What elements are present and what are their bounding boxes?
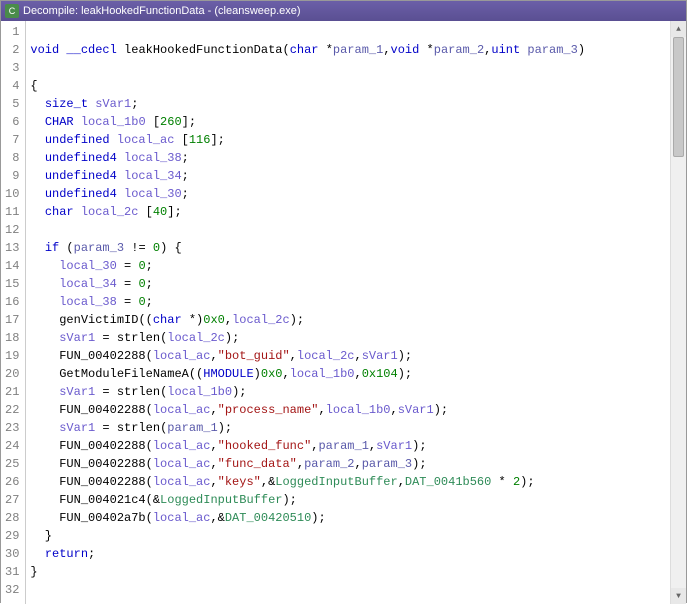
line-number: 17 [5,311,19,329]
code-line[interactable]: FUN_00402288(local_ac,"bot_guid",local_2… [30,347,666,365]
line-number: 14 [5,257,19,275]
line-number: 7 [5,131,19,149]
line-number: 12 [5,221,19,239]
line-number: 10 [5,185,19,203]
code-line[interactable]: FUN_00402288(local_ac,"hooked_func",para… [30,437,666,455]
line-number: 9 [5,167,19,185]
line-number: 4 [5,77,19,95]
code-line[interactable]: undefined4 local_30; [30,185,666,203]
line-number: 3 [5,59,19,77]
line-number: 1 [5,23,19,41]
code-line[interactable]: local_34 = 0; [30,275,666,293]
code-line[interactable]: local_30 = 0; [30,257,666,275]
code-line[interactable]: FUN_00402a7b(local_ac,&DAT_00420510); [30,509,666,527]
line-number: 25 [5,455,19,473]
code-line[interactable]: sVar1 = strlen(param_1); [30,419,666,437]
line-number: 20 [5,365,19,383]
code-line[interactable] [30,221,666,239]
line-number: 18 [5,329,19,347]
code-line[interactable]: } [30,527,666,545]
line-number: 11 [5,203,19,221]
scroll-down-arrow[interactable]: ▼ [671,588,686,604]
window-title: Decompile: leakHookedFunctionData - (cle… [23,5,682,17]
code-line[interactable]: local_38 = 0; [30,293,666,311]
code-line[interactable]: } [30,563,666,581]
code-line[interactable]: undefined local_ac [116]; [30,131,666,149]
line-number: 27 [5,491,19,509]
code-line[interactable]: FUN_00402288(local_ac,"process_name",loc… [30,401,666,419]
line-number: 30 [5,545,19,563]
code-line[interactable] [30,23,666,41]
code-line[interactable]: FUN_00402288(local_ac,"func_data",param_… [30,455,666,473]
line-number: 6 [5,113,19,131]
vertical-scrollbar[interactable]: ▲ ▼ [670,21,686,604]
line-number-gutter: 1234567891011121314151617181920212223242… [1,21,26,604]
line-number: 19 [5,347,19,365]
line-number: 23 [5,419,19,437]
line-number: 15 [5,275,19,293]
line-number: 13 [5,239,19,257]
titlebar: C Decompile: leakHookedFunctionData - (c… [1,1,686,21]
scroll-up-arrow[interactable]: ▲ [671,21,686,37]
code-line[interactable]: genVictimID((char *)0x0,local_2c); [30,311,666,329]
line-number: 16 [5,293,19,311]
line-number: 24 [5,437,19,455]
code-line[interactable]: void __cdecl leakHookedFunctionData(char… [30,41,666,59]
code-line[interactable]: size_t sVar1; [30,95,666,113]
code-line[interactable]: if (param_3 != 0) { [30,239,666,257]
line-number: 31 [5,563,19,581]
code-line[interactable]: undefined4 local_34; [30,167,666,185]
code-line[interactable]: GetModuleFileNameA((HMODULE)0x0,local_1b… [30,365,666,383]
code-line[interactable]: CHAR local_1b0 [260]; [30,113,666,131]
line-number: 22 [5,401,19,419]
code-content[interactable]: void __cdecl leakHookedFunctionData(char… [26,21,670,604]
decompile-view: 1234567891011121314151617181920212223242… [1,21,686,604]
line-number: 29 [5,527,19,545]
code-line[interactable]: FUN_004021c4(&LoggedInputBuffer); [30,491,666,509]
code-line[interactable] [30,581,666,599]
app-icon: C [5,4,19,18]
code-line[interactable]: undefined4 local_38; [30,149,666,167]
code-line[interactable]: sVar1 = strlen(local_1b0); [30,383,666,401]
code-line[interactable]: sVar1 = strlen(local_2c); [30,329,666,347]
line-number: 8 [5,149,19,167]
line-number: 21 [5,383,19,401]
code-line[interactable]: FUN_00402288(local_ac,"keys",&LoggedInpu… [30,473,666,491]
line-number: 28 [5,509,19,527]
line-number: 5 [5,95,19,113]
scrollbar-thumb[interactable] [673,37,684,157]
line-number: 26 [5,473,19,491]
code-line[interactable] [30,59,666,77]
code-line[interactable]: { [30,77,666,95]
line-number: 32 [5,581,19,599]
code-line[interactable]: char local_2c [40]; [30,203,666,221]
line-number: 2 [5,41,19,59]
code-line[interactable]: return; [30,545,666,563]
